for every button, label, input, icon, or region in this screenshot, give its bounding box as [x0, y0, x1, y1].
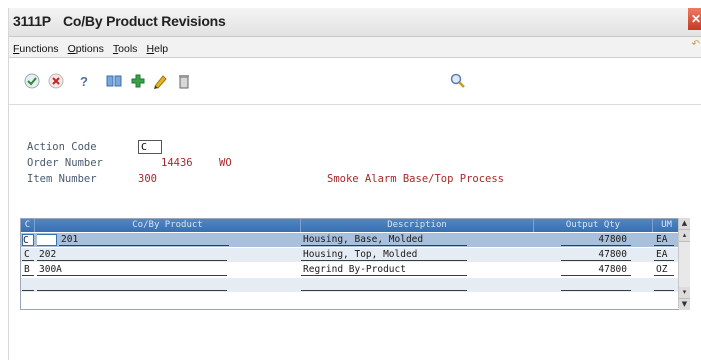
cell-c[interactable]: B: [22, 264, 34, 276]
scroll-up-icon[interactable]: ▴: [679, 230, 690, 242]
search-button[interactable]: [449, 72, 467, 90]
ok-button[interactable]: [23, 72, 41, 90]
scroll-track[interactable]: [679, 242, 690, 287]
header-um[interactable]: UM: [653, 219, 680, 232]
header-c[interactable]: C: [21, 219, 35, 232]
order-type-value: WO: [219, 157, 232, 169]
cell-um[interactable]: EA: [654, 234, 674, 246]
title-bar: 3111P Co/By Product Revisions ✕: [9, 8, 701, 37]
scroll-top-icon[interactable]: ▲: [679, 218, 690, 230]
window-title-text: Co/By Product Revisions: [62, 13, 226, 29]
grid-scrollbar[interactable]: ▲ ▴ ▾ ▼: [678, 218, 690, 310]
row-select-cell[interactable]: C: [22, 234, 34, 246]
window-title: 3111P Co/By Product Revisions: [13, 13, 226, 29]
menu-bar: Functions Options Tools Help ↶: [9, 37, 701, 58]
ok-check-icon: [24, 73, 40, 89]
cell-um[interactable]: OZ: [654, 264, 674, 276]
action-code-input[interactable]: [138, 140, 162, 154]
header-output-qty[interactable]: Output Qty: [534, 219, 653, 232]
cell-c[interactable]: C: [22, 249, 34, 261]
menu-help[interactable]: Help: [147, 43, 169, 55]
cell-output-qty[interactable]: 47800: [561, 264, 631, 276]
item-number-label: Item Number: [27, 173, 97, 185]
cancel-button[interactable]: [47, 72, 65, 90]
app-window: 3111P Co/By Product Revisions ✕ Functions…: [8, 8, 701, 360]
cell-um[interactable]: [654, 279, 674, 291]
add-button[interactable]: [129, 72, 147, 90]
menu-options[interactable]: Options: [68, 43, 104, 55]
header-description[interactable]: Description: [301, 219, 534, 232]
order-number-label: Order Number: [27, 157, 103, 169]
cell-product[interactable]: 201: [59, 234, 229, 246]
cell-description[interactable]: [301, 279, 467, 291]
cell-description[interactable]: Housing, Base, Molded: [301, 234, 467, 246]
row-cursor-cell[interactable]: [37, 234, 57, 246]
help-question-icon: ?: [80, 73, 88, 89]
coby-product-grid: C Co/By Product Description Output Qty U…: [20, 218, 682, 310]
find-icon: [106, 75, 122, 87]
action-code-label: Action Code: [27, 141, 97, 153]
close-button[interactable]: ✕: [688, 8, 701, 30]
program-code: 3111P: [13, 13, 51, 29]
item-description-value: Smoke Alarm Base/Top Process: [327, 173, 505, 185]
cell-output-qty[interactable]: 47800: [561, 234, 631, 246]
help-button[interactable]: ?: [75, 72, 93, 90]
toolbar: ?: [9, 58, 701, 102]
order-number-value: 14436: [161, 157, 193, 169]
header-product[interactable]: Co/By Product: [35, 219, 301, 232]
cell-output-qty[interactable]: 47800: [561, 249, 631, 261]
item-number-value: 300: [138, 173, 157, 185]
delete-trash-icon: [179, 75, 189, 89]
find-button[interactable]: [105, 72, 123, 90]
cancel-x-icon: [48, 73, 64, 89]
cell-description[interactable]: Housing, Top, Molded: [301, 249, 467, 261]
search-magnifier-icon: [450, 73, 465, 88]
cell-c[interactable]: [22, 279, 34, 291]
menu-functions[interactable]: Functions: [13, 43, 59, 55]
edit-button[interactable]: [151, 72, 169, 90]
menu-tools[interactable]: Tools: [113, 43, 138, 55]
cell-output-qty[interactable]: [561, 279, 631, 291]
cell-product[interactable]: 300A: [37, 264, 227, 276]
table-row[interactable]: C 201 Housing, Base, Molded 47800 EA: [21, 233, 681, 247]
close-icon: ✕: [690, 12, 701, 26]
table-row[interactable]: [21, 278, 681, 292]
cell-description[interactable]: Regrind By-Product: [301, 264, 467, 276]
delete-button[interactable]: [175, 72, 193, 90]
scroll-bottom-icon[interactable]: ▼: [679, 299, 690, 310]
back-arrow-icon[interactable]: ↶: [692, 39, 700, 50]
add-icon: [131, 74, 145, 88]
cell-product[interactable]: 202: [37, 249, 227, 261]
table-row[interactable]: B 300A Regrind By-Product 47800 OZ: [21, 263, 681, 277]
scroll-down-icon[interactable]: ▾: [679, 287, 690, 299]
form-area: Action Code Order Number 14436 WO Item N…: [9, 104, 701, 361]
edit-pencil-icon: [154, 75, 167, 89]
grid-header: C Co/By Product Description Output Qty U…: [21, 219, 681, 232]
table-row[interactable]: C 202 Housing, Top, Molded 47800 EA: [21, 248, 681, 262]
cell-um[interactable]: EA: [654, 249, 674, 261]
cell-product[interactable]: [37, 279, 227, 291]
